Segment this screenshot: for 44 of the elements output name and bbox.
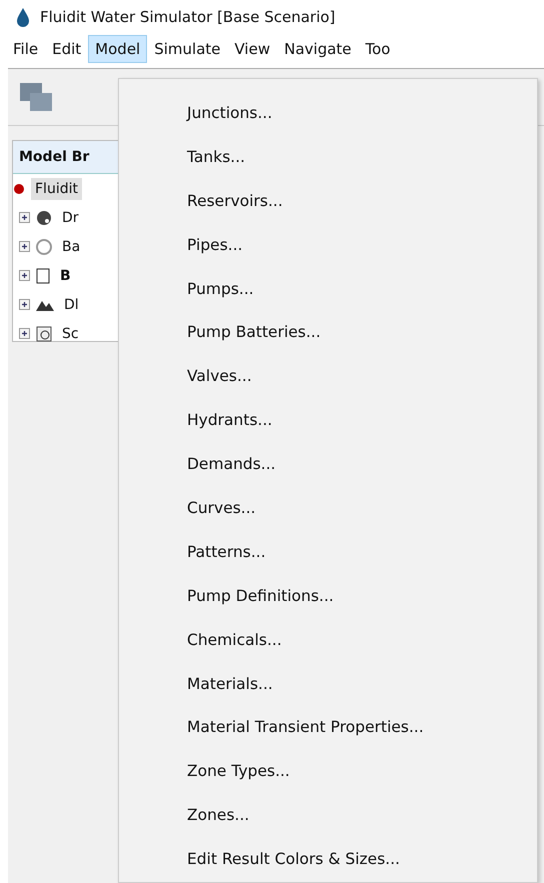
- document-icon: [36, 268, 50, 284]
- palette-icon: [36, 210, 52, 226]
- menu-option[interactable]: Demands...: [119, 442, 537, 486]
- menu-option[interactable]: Patterns...: [119, 530, 537, 574]
- tree-item[interactable]: Sc: [58, 322, 83, 344]
- menu-option[interactable]: Hydrants...: [119, 398, 537, 442]
- expand-icon[interactable]: [19, 241, 30, 252]
- clock-icon: [36, 326, 52, 342]
- water-drop-icon: [14, 7, 32, 27]
- expand-icon[interactable]: [19, 270, 30, 281]
- globe-icon: [36, 238, 52, 254]
- menu-option[interactable]: Pumps...: [119, 266, 537, 310]
- tree-item[interactable]: Dr: [58, 206, 83, 228]
- menu-option[interactable]: Pump Batteries...: [119, 310, 537, 354]
- tree-item[interactable]: Fluidit: [31, 178, 82, 200]
- menu-item[interactable]: Model: [88, 35, 148, 63]
- menu-item[interactable]: Navigate: [277, 35, 358, 63]
- menu-option[interactable]: Curves...: [119, 486, 537, 530]
- menu-option[interactable]: Chemicals...: [119, 618, 537, 662]
- menu-option[interactable]: Junctions...: [119, 91, 537, 135]
- menu-option[interactable]: Reservoirs...: [119, 178, 537, 223]
- mountain-icon: [36, 298, 54, 310]
- menu-item[interactable]: Simulate: [147, 35, 228, 63]
- menu-option[interactable]: Pipes...: [119, 222, 537, 267]
- tree-item[interactable]: B: [56, 264, 75, 286]
- menu-option[interactable]: Zone Types...: [119, 749, 537, 794]
- menu-option[interactable]: Materials...: [119, 662, 537, 706]
- expand-icon[interactable]: [19, 328, 30, 339]
- menu-item[interactable]: Edit: [45, 35, 88, 63]
- window-title: Fluidit Water Simulator [Base Scenario]: [40, 8, 336, 26]
- menu-option[interactable]: Material Transient Properties...: [119, 705, 537, 750]
- expand-icon[interactable]: [19, 212, 30, 223]
- tree-item[interactable]: Dl: [60, 294, 83, 316]
- menu-option[interactable]: Pump Definitions...: [119, 574, 537, 618]
- menu-option[interactable]: Zones...: [119, 793, 537, 838]
- ball-icon: [13, 182, 25, 194]
- menu-item[interactable]: File: [6, 35, 46, 63]
- windows-icon[interactable]: [18, 81, 54, 113]
- menu-item[interactable]: Too: [358, 35, 398, 63]
- menu-option[interactable]: Edit Result Colors & Sizes...: [119, 837, 537, 882]
- menu-item[interactable]: View: [228, 35, 278, 63]
- tree-item[interactable]: Ba: [58, 236, 84, 258]
- expand-icon[interactable]: [19, 299, 30, 310]
- menu-option[interactable]: Valves...: [119, 354, 537, 398]
